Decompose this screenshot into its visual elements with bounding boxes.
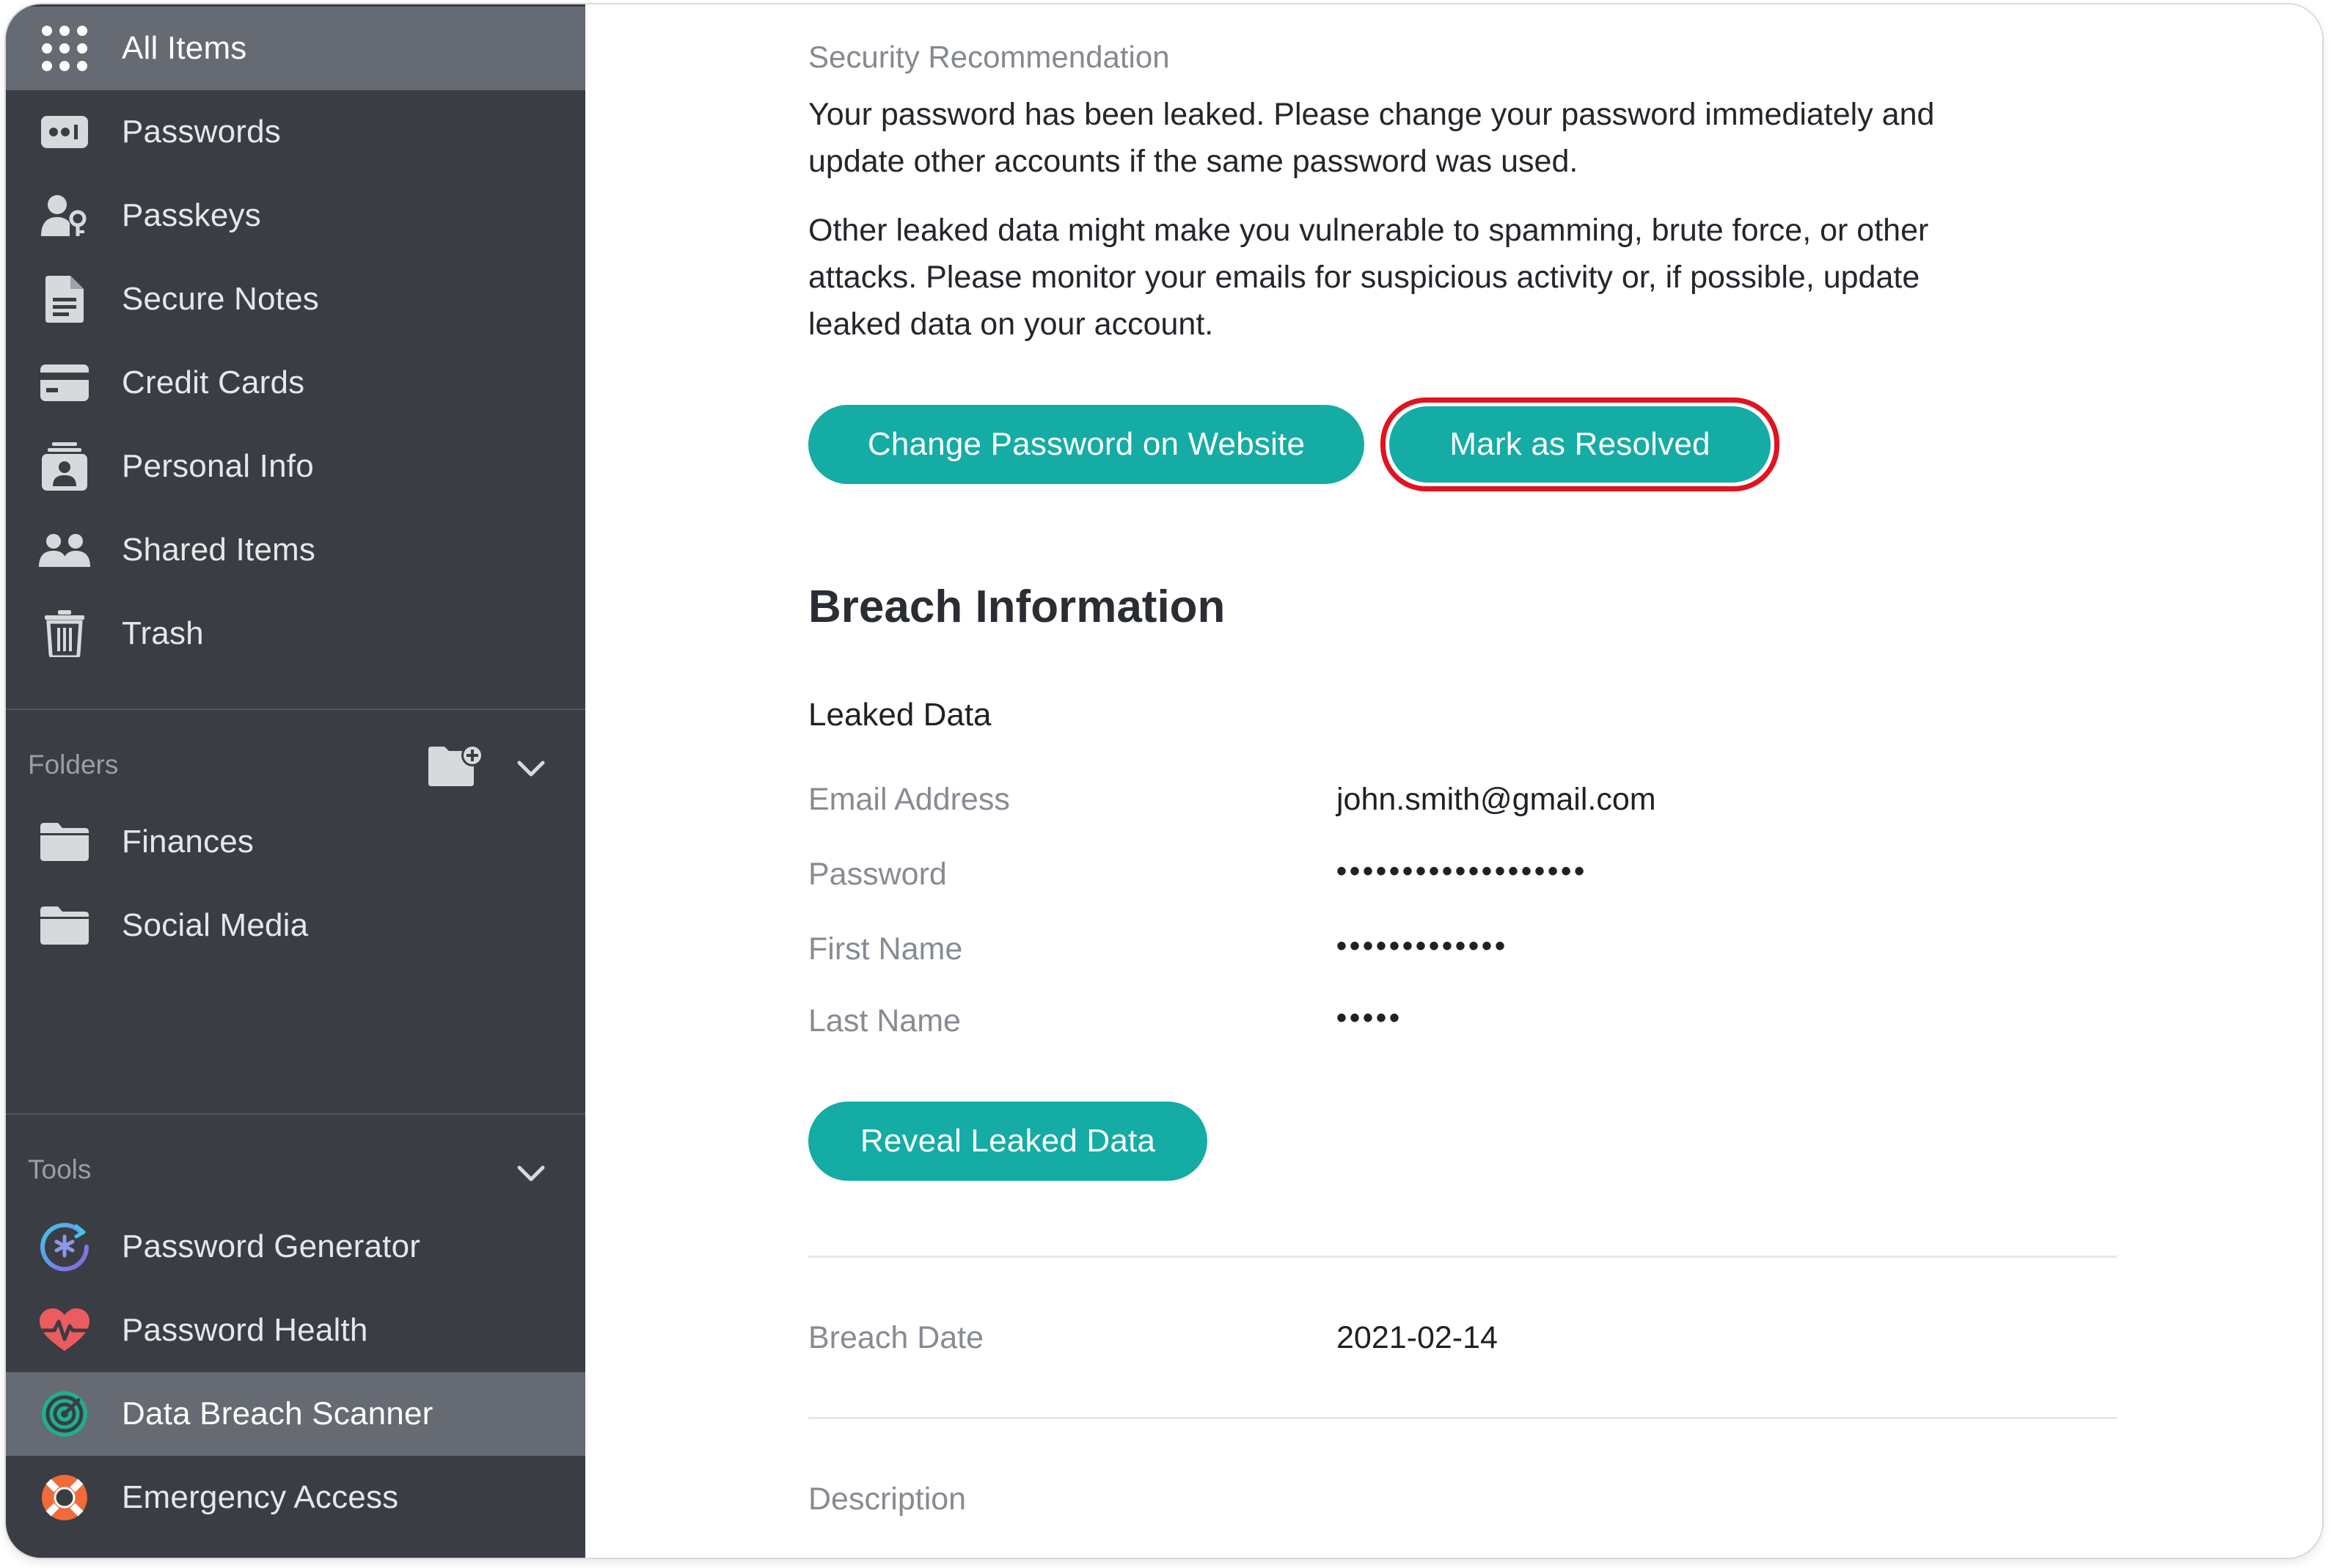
breach-date-value: 2021-02-14 [1336, 1320, 1498, 1355]
sidebar-item-passkeys[interactable]: Passkeys [6, 174, 585, 257]
sidebar-item-label: Trash [122, 615, 204, 651]
app-window: All Items Passwords Passkeys Secure Note… [6, 4, 2322, 1558]
first-name-masked-value: ••••••••••••• [1336, 930, 1509, 962]
sidebar-divider [6, 708, 585, 710]
add-folder-icon[interactable] [428, 744, 486, 788]
sidebar-item-all-items[interactable]: All Items [6, 7, 585, 90]
sidebar-item-shared-items[interactable]: Shared Items [6, 508, 585, 592]
section-divider [808, 1256, 2117, 1258]
reveal-leaked-data-button[interactable]: Reveal Leaked Data [808, 1102, 1207, 1181]
recommendation-text-line: Other leaked data might make you vulnera… [808, 213, 1929, 248]
credit-card-icon [38, 356, 91, 409]
recommendation-text-line: attacks. Please monitor your emails for … [808, 260, 1920, 295]
sidebar-item-trash[interactable]: Trash [6, 592, 585, 675]
grid-icon [38, 22, 91, 75]
sidebar-folder-social-media[interactable]: Social Media [6, 884, 585, 967]
sidebar-item-secure-notes[interactable]: Secure Notes [6, 257, 585, 341]
recommendation-paragraph-1: Your password has been leaked. Please ch… [808, 91, 2121, 185]
recommendation-text-line: leaked data on your account. [808, 307, 1214, 342]
sidebar-item-label: Password Health [122, 1312, 368, 1348]
sidebar-tool-password-health[interactable]: Password Health [6, 1289, 585, 1372]
heart-pulse-icon [38, 1304, 91, 1357]
sidebar-item-passwords[interactable]: Passwords [6, 90, 585, 174]
section-divider [808, 1417, 2117, 1419]
sidebar-item-label: Shared Items [122, 532, 316, 568]
sidebar-tool-password-generator[interactable]: Password Generator [6, 1205, 585, 1289]
sidebar: All Items Passwords Passkeys Secure Note… [6, 4, 585, 1558]
password-label: Password [808, 857, 947, 892]
sidebar-item-label: Emergency Access [122, 1479, 399, 1515]
sidebar-tool-emergency-access[interactable]: Emergency Access [6, 1456, 585, 1539]
trash-icon [38, 607, 91, 660]
mark-as-resolved-button[interactable]: Mark as Resolved [1389, 406, 1771, 483]
description-label: Description [808, 1481, 967, 1517]
password-generator-icon [38, 1220, 91, 1273]
breach-information-heading: Breach Information [808, 582, 1226, 632]
sidebar-item-label: Secure Notes [122, 281, 319, 317]
leaked-data-heading: Leaked Data [808, 697, 992, 733]
folders-collapse-chevron-icon[interactable] [513, 751, 549, 786]
folder-icon [38, 899, 91, 952]
sidebar-item-credit-cards[interactable]: Credit Cards [6, 341, 585, 425]
sidebar-item-label: Finances [122, 824, 255, 860]
first-name-label: First Name [808, 931, 963, 967]
sidebar-item-personal-info[interactable]: Personal Info [6, 425, 585, 508]
recommendation-text-line: update other accounts if the same passwo… [808, 144, 1578, 179]
sidebar-folder-finances[interactable]: Finances [6, 800, 585, 884]
sidebar-tool-data-breach-scanner[interactable]: Data Breach Scanner [6, 1372, 585, 1456]
sidebar-item-label: Personal Info [122, 448, 314, 484]
lifebuoy-icon [38, 1471, 91, 1524]
change-password-on-website-button[interactable]: Change Password on Website [808, 405, 1364, 484]
sidebar-divider [6, 1113, 585, 1115]
sidebar-item-label: Passwords [122, 114, 281, 150]
last-name-label: Last Name [808, 1003, 961, 1038]
tools-collapse-chevron-icon[interactable] [513, 1156, 549, 1191]
note-icon [38, 273, 91, 326]
id-badge-icon [38, 440, 91, 493]
radar-icon [38, 1388, 91, 1440]
folders-heading: Folders [28, 750, 119, 780]
sidebar-item-label: Passkeys [122, 197, 261, 233]
recommendation-paragraph-2: Other leaked data might make you vulnera… [808, 207, 2121, 348]
sidebar-item-label: Password Generator [122, 1228, 421, 1264]
folder-icon [38, 816, 91, 868]
sidebar-item-label: All Items [122, 30, 247, 66]
password-icon [38, 106, 91, 158]
last-name-masked-value: ••••• [1336, 1002, 1403, 1034]
main-content: Security Recommendation Your password ha… [585, 4, 2322, 1558]
sidebar-item-label: Social Media [122, 907, 309, 943]
email-address-value: john.smith@gmail.com [1336, 782, 1656, 817]
email-address-label: Email Address [808, 782, 1010, 817]
tools-heading: Tools [28, 1154, 92, 1184]
password-masked-value: ••••••••••••••••••• [1336, 855, 1588, 887]
recommendation-text-line: Your password has been leaked. Please ch… [808, 97, 1935, 132]
sidebar-item-label: Credit Cards [122, 364, 305, 400]
sidebar-item-label: Data Breach Scanner [122, 1396, 433, 1432]
security-recommendation-label: Security Recommendation [808, 40, 1170, 74]
people-icon [38, 524, 91, 576]
passkey-icon [38, 189, 91, 242]
breach-date-label: Breach Date [808, 1320, 984, 1355]
